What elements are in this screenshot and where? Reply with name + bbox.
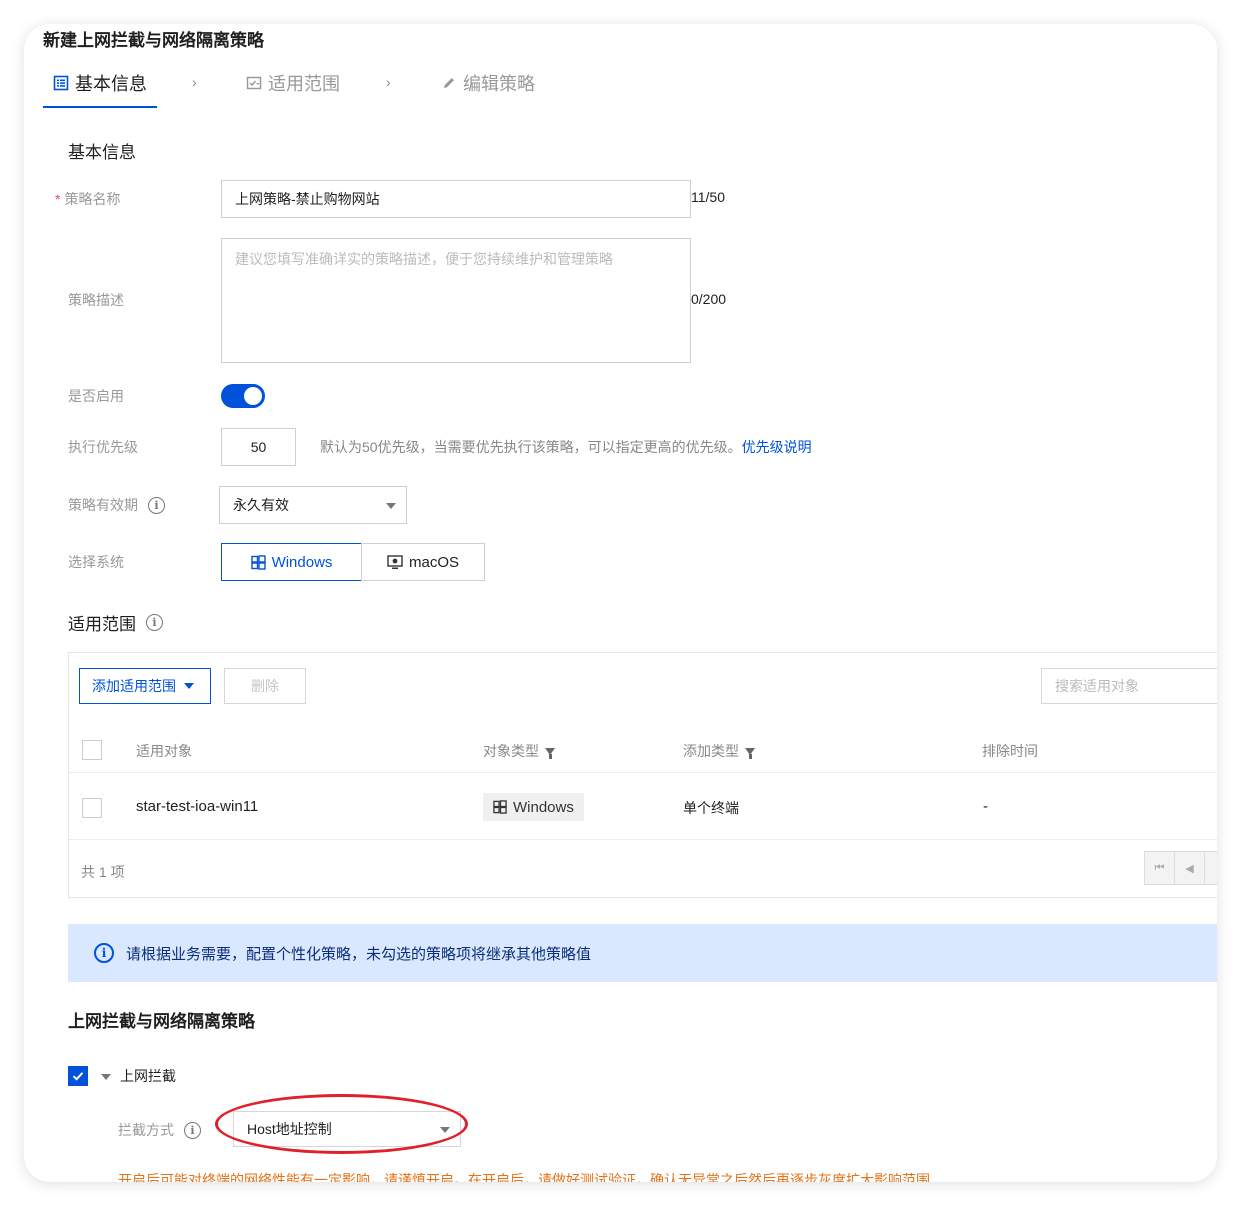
page-title: 新建上网拦截与网络隔离策略 [43, 31, 264, 50]
table-divider [69, 839, 1217, 840]
column-header-object: 适用对象 [136, 741, 192, 761]
column-header-exclude-time-text: 排除时间 [982, 743, 1038, 759]
validity-label-text: 策略有效期 [68, 497, 138, 513]
windows-icon [250, 554, 266, 570]
main-card: 新建上网拦截与网络隔离策略 基本信息 › 适用范围 › 编辑策略 基本信息 * 策… [24, 24, 1217, 1182]
info-alert: i 请根据业务需要，配置个性化策略，未勾选的策略项将继承其他策略值 [68, 924, 1217, 982]
tab-edit-policy-label: 编辑策略 [463, 74, 535, 94]
policy-desc-textarea[interactable]: 建议您填写准确详实的策略描述，便于您持续维护和管理策略 [221, 238, 691, 363]
select-all-checkbox[interactable] [82, 740, 102, 760]
enable-label: 是否启用 [68, 388, 124, 404]
policy-name-input[interactable]: 上网策略-禁止购物网站 [221, 180, 691, 218]
policy-name-label: * 策略名称 [55, 189, 120, 209]
priority-value: 50 [250, 439, 267, 455]
prev-page-icon[interactable]: ◀ [1175, 852, 1205, 884]
chevron-right-icon: › [386, 74, 391, 90]
filter-icon[interactable] [545, 747, 555, 759]
column-header-object-text: 适用对象 [136, 743, 192, 759]
add-scope-button[interactable]: 添加适用范围 [79, 668, 211, 704]
system-label: 选择系统 [68, 554, 124, 570]
policy-section-title: 上网拦截与网络隔离策略 [68, 1012, 255, 1031]
required-mark: * [55, 191, 61, 207]
priority-hint-text: 默认为50优先级，当需要优先执行该策略，可以指定更高的优先级。 [320, 439, 742, 455]
column-header-exclude-time: 排除时间 [982, 741, 1038, 761]
validity-select[interactable]: 永久有效 [219, 486, 407, 524]
tab-basic-info[interactable]: 基本信息 [53, 70, 147, 96]
row-exclude-time: - [983, 798, 988, 815]
windows-icon [493, 800, 507, 814]
search-input[interactable]: 搜索适用对象 [1041, 668, 1217, 704]
system-windows-label: Windows [271, 553, 333, 571]
block-method-label: 拦截方式 i [118, 1120, 201, 1140]
pagination: ⏮ ◀ [1144, 851, 1217, 885]
total-count: 共 1 项 [81, 864, 125, 880]
priority-label: 执行优先级 [68, 439, 138, 455]
column-header-object-type[interactable]: 对象类型 [483, 741, 555, 761]
row-add-type: 单个终端 [683, 800, 739, 816]
chevron-down-icon [386, 503, 396, 509]
priority-help-link[interactable]: 优先级说明 [742, 439, 812, 455]
column-header-object-type-text: 对象类型 [483, 743, 539, 759]
system-windows-button[interactable]: Windows [221, 543, 362, 581]
block-method-label-text: 拦截方式 [118, 1122, 174, 1138]
validity-value: 永久有效 [233, 497, 289, 513]
enable-toggle[interactable] [221, 384, 265, 408]
policy-desc-counter: 0/200 [691, 291, 727, 307]
priority-input[interactable]: 50 [221, 428, 296, 466]
policy-name-counter: 11/50 [691, 189, 725, 205]
tab-scope[interactable]: 适用范围 [246, 70, 340, 96]
scope-table: 添加适用范围 删除 搜索适用对象 适用对象 对象类型 添加类型 排除时间 sta… [68, 652, 1217, 898]
tab-basic-info-label: 基本信息 [75, 74, 147, 94]
policy-name-value: 上网策略-禁止购物网站 [235, 191, 380, 207]
column-header-add-type[interactable]: 添加类型 [683, 741, 755, 761]
check-icon [72, 1072, 84, 1081]
scope-title: 适用范围 i [68, 610, 163, 635]
active-step-indicator [43, 106, 157, 108]
expand-arrow-icon[interactable] [101, 1074, 111, 1080]
info-icon[interactable]: i [146, 614, 163, 631]
apple-monitor-icon [387, 554, 403, 570]
row-object-type-tag: Windows [483, 793, 584, 821]
warning-text: 开启后可能对终端的网络性能有一定影响，请谨慎开启。在开启后，请做好测试验证，确认… [118, 1172, 930, 1182]
system-macos-button[interactable]: macOS [361, 543, 485, 581]
caret-down-icon [184, 683, 194, 689]
annotation-highlight [215, 1094, 468, 1154]
system-macos-label: macOS [408, 553, 459, 571]
chevron-right-icon: › [192, 74, 197, 90]
internet-block-checkbox[interactable] [68, 1066, 88, 1086]
search-placeholder: 搜索适用对象 [1055, 678, 1139, 694]
add-scope-label: 添加适用范围 [92, 678, 176, 694]
info-icon[interactable]: i [148, 496, 165, 514]
filter-icon[interactable] [745, 747, 755, 759]
alert-text: 请根据业务需要，配置个性化策略，未勾选的策略项将继承其他策略值 [126, 945, 592, 963]
policy-desc-label: 策略描述 [68, 292, 124, 308]
policy-name-label-text: 策略名称 [64, 191, 121, 207]
tab-scope-label: 适用范围 [268, 74, 340, 94]
first-page-icon[interactable]: ⏮ [1145, 852, 1175, 884]
scope-title-text: 适用范围 [68, 615, 136, 634]
step-tabs: 基本信息 › 适用范围 › 编辑策略 [24, 62, 624, 108]
list-icon [53, 75, 69, 91]
toggle-knob [244, 387, 262, 405]
row-object: star-test-ioa-win11 [136, 798, 259, 815]
pencil-icon [441, 75, 457, 91]
row-checkbox[interactable] [82, 798, 102, 818]
row-object-type: Windows [513, 798, 574, 816]
tab-edit-policy[interactable]: 编辑策略 [441, 70, 535, 96]
policy-desc-placeholder: 建议您填写准确详实的策略描述，便于您持续维护和管理策略 [235, 251, 613, 267]
delete-button[interactable]: 删除 [224, 668, 306, 704]
internet-block-label: 上网拦截 [120, 1068, 176, 1084]
basic-info-title: 基本信息 [68, 143, 136, 162]
column-header-add-type-text: 添加类型 [683, 743, 739, 759]
validity-label: 策略有效期 i [68, 495, 165, 515]
info-circle-icon: i [94, 943, 114, 963]
checklist-icon [246, 75, 262, 91]
priority-hint: 默认为50优先级，当需要优先执行该策略，可以指定更高的优先级。优先级说明 [320, 437, 812, 457]
info-icon[interactable]: i [184, 1121, 201, 1139]
table-divider [69, 772, 1217, 773]
